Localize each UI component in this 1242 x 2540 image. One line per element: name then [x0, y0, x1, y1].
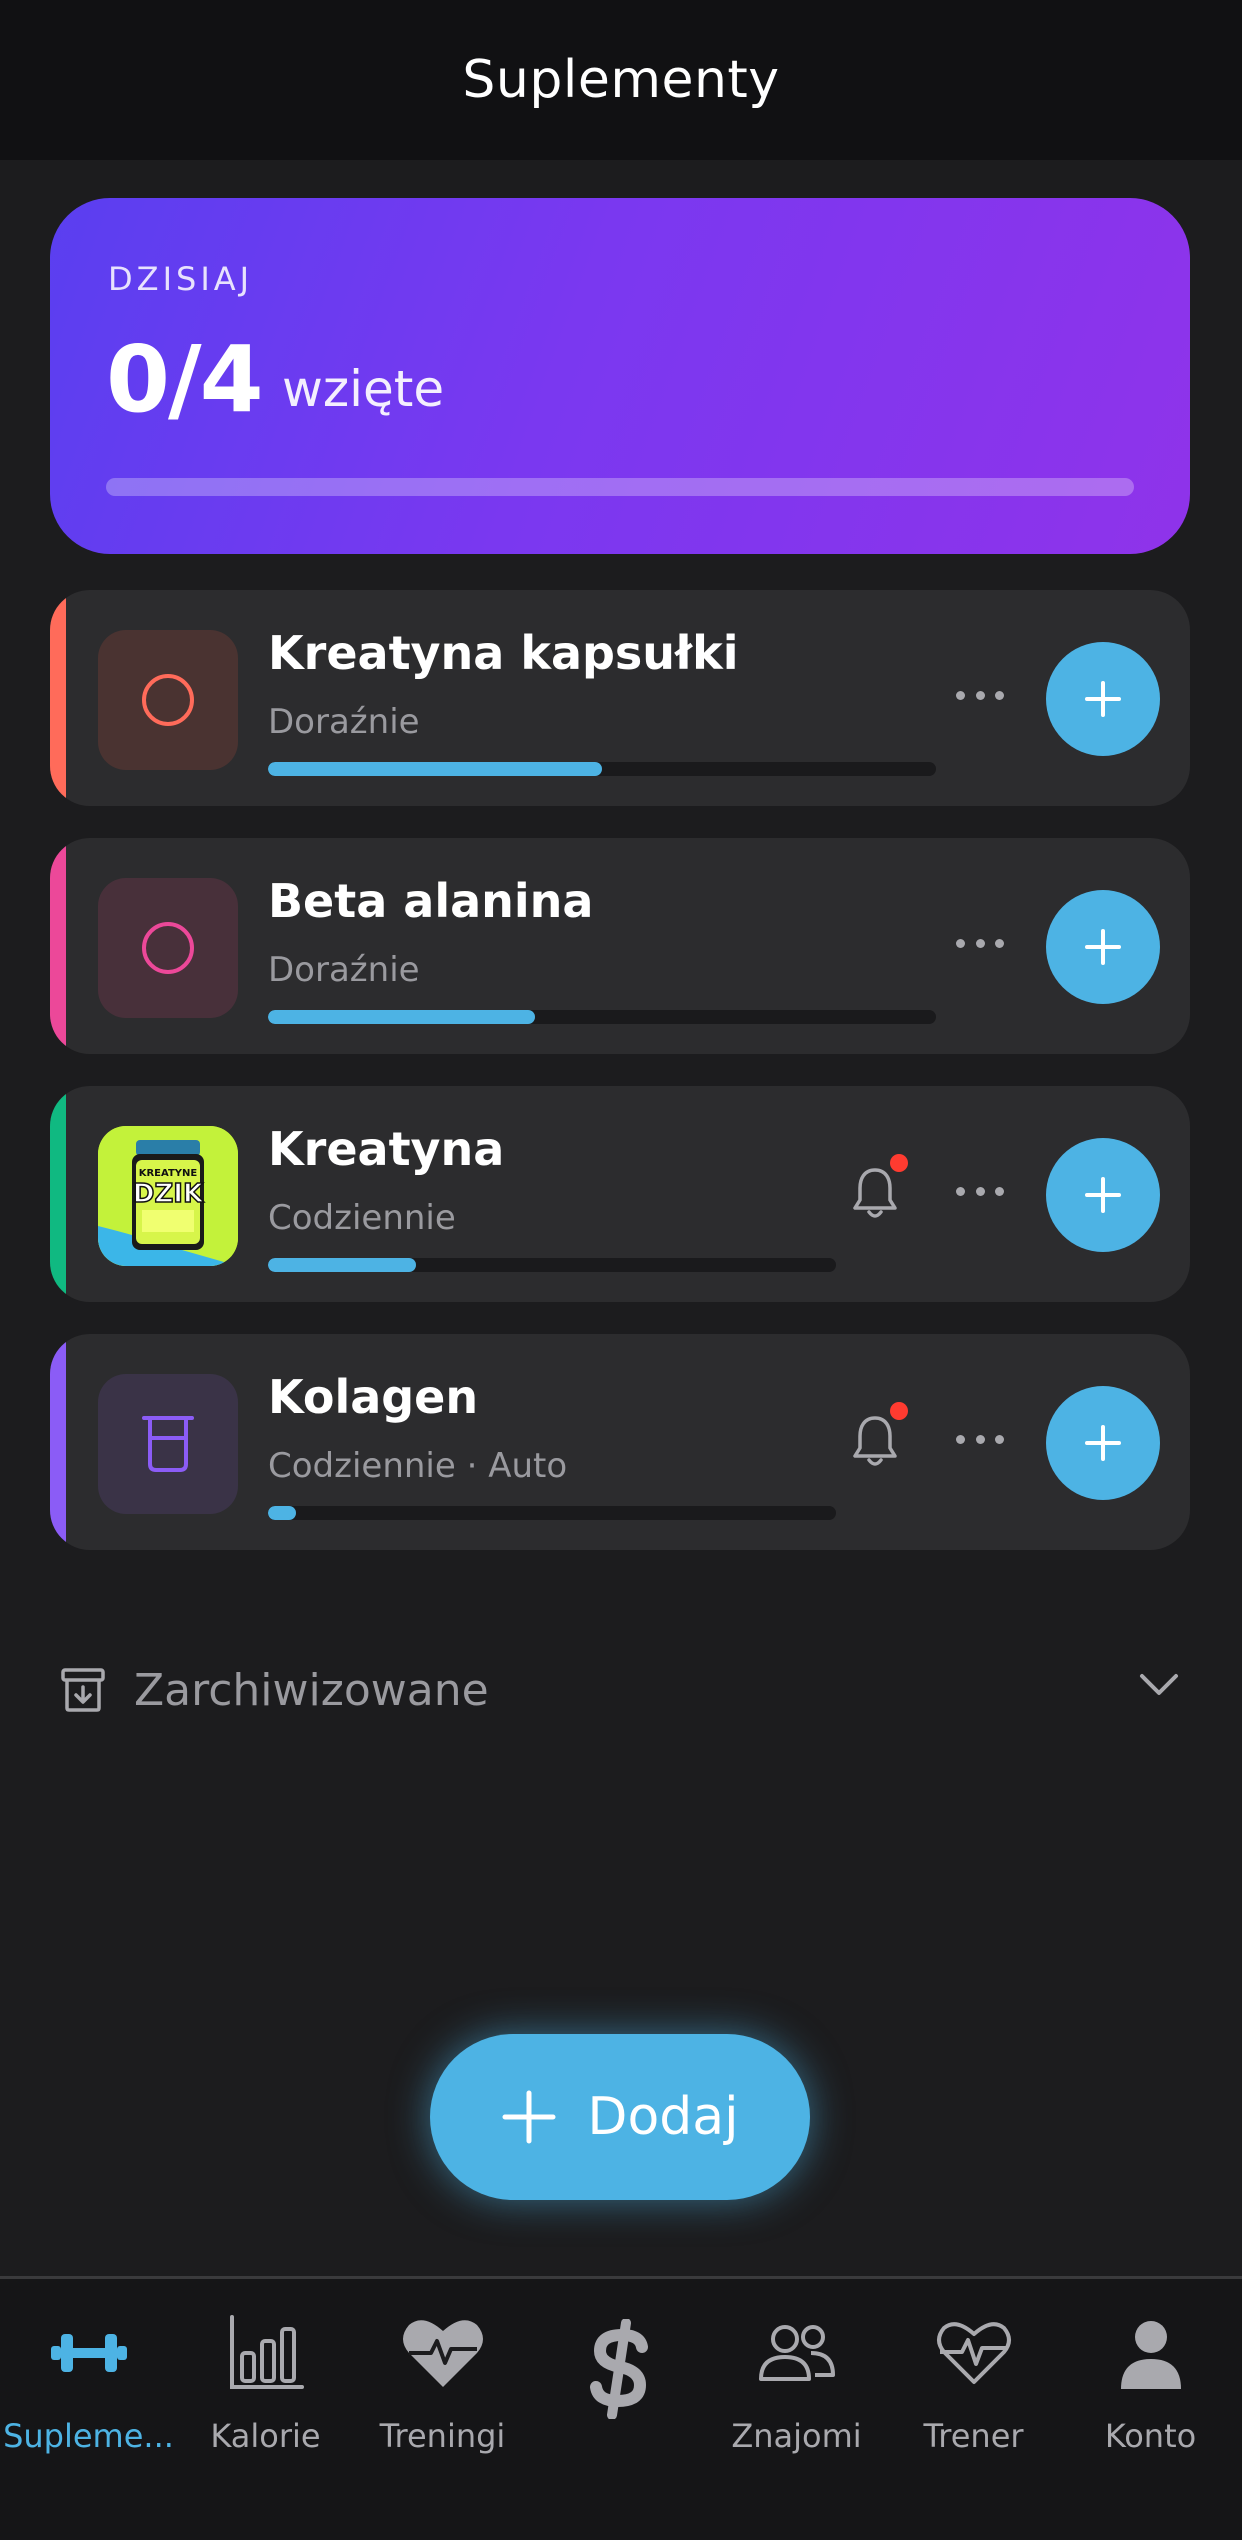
supplement-card[interactable]: Kolagen Codziennie · Auto: [50, 1334, 1190, 1550]
plus-icon: [1085, 1177, 1121, 1213]
supplement-name: Kreatyna: [268, 1122, 505, 1176]
tab-kalorie[interactable]: Kalorie: [177, 2279, 354, 2469]
tab-konto[interactable]: Konto: [1062, 2279, 1239, 2469]
tab-label: Supleme...: [3, 2417, 174, 2455]
supplement-progress-bar: [268, 1258, 836, 1272]
tab-label: Znajomi: [731, 2417, 862, 2455]
card-accent-stripe: [50, 1334, 66, 1550]
more-options-icon[interactable]: [956, 680, 1004, 710]
supplement-frequency: Codziennie: [268, 1198, 456, 1238]
tab-label: Trener: [923, 2417, 1024, 2455]
person-icon: [1119, 2303, 1183, 2403]
tab-center-logo[interactable]: [531, 2279, 708, 2469]
more-options-icon[interactable]: [956, 1176, 1004, 1206]
supplement-progress-fill: [268, 762, 602, 776]
heart-pulse-icon: [401, 2303, 485, 2403]
archive-icon: [61, 1668, 105, 1712]
today-summary-card: DZISIAJ 0/4 wzięte: [50, 198, 1190, 554]
add-dose-button[interactable]: [1046, 1386, 1160, 1500]
product-photo: KREATYNE DZIK: [98, 1126, 238, 1266]
supplement-name: Kreatyna kapsułki: [268, 626, 739, 680]
tab-label: Treningi: [379, 2417, 506, 2455]
supplement-progress-fill: [268, 1506, 297, 1520]
notification-badge: [890, 1402, 908, 1420]
today-taken-label: wzięte: [282, 360, 445, 418]
supplement-progress-fill: [268, 1258, 416, 1272]
friends-icon: [755, 2303, 839, 2403]
bell-icon[interactable]: [850, 1154, 908, 1222]
supplement-name: Beta alanina: [268, 874, 594, 928]
supplement-progress-bar: [268, 1506, 836, 1520]
bar-chart-icon: [226, 2303, 306, 2403]
today-label: DZISIAJ: [108, 260, 254, 298]
card-accent-stripe: [50, 838, 66, 1054]
today-progress-bar: [106, 478, 1134, 496]
plus-icon: [1085, 1425, 1121, 1461]
circle-icon: [98, 630, 238, 770]
add-supplement-button[interactable]: Dodaj: [430, 2034, 810, 2200]
today-count: 0/4: [106, 326, 264, 433]
supplement-card[interactable]: KREATYNE DZIK Kreatyna Codziennie: [50, 1086, 1190, 1302]
heart-outline-pulse-icon: [934, 2303, 1014, 2403]
add-dose-button[interactable]: [1046, 642, 1160, 756]
svg-text:DZIK: DZIK: [133, 1179, 204, 1209]
add-dose-button[interactable]: [1046, 1138, 1160, 1252]
tab-suplementy[interactable]: Supleme...: [0, 2279, 177, 2469]
dumbbell-icon: [49, 2303, 129, 2403]
supplement-progress-bar: [268, 1010, 936, 1024]
notification-badge: [890, 1154, 908, 1172]
add-dose-button[interactable]: [1046, 890, 1160, 1004]
tab-trener[interactable]: Trener: [885, 2279, 1062, 2469]
add-supplement-label: Dodaj: [587, 2087, 739, 2147]
circle-icon: [98, 878, 238, 1018]
supplement-card[interactable]: Kreatyna kapsułki Doraźnie: [50, 590, 1190, 806]
more-options-icon[interactable]: [956, 928, 1004, 958]
card-accent-stripe: [50, 590, 66, 806]
bell-icon[interactable]: [850, 1402, 908, 1470]
supplement-frequency: Doraźnie: [268, 702, 420, 742]
page-title: Suplementy: [462, 50, 780, 110]
top-bar: Suplementy: [0, 0, 1242, 160]
supplement-progress-bar: [268, 762, 936, 776]
tab-label: Konto: [1104, 2417, 1197, 2455]
supplement-frequency: Doraźnie: [268, 950, 420, 990]
beaker-icon: [98, 1374, 238, 1514]
supplement-progress-fill: [268, 1010, 536, 1024]
plus-icon: [1085, 681, 1121, 717]
archived-label: Zarchiwizowane: [134, 1664, 489, 1716]
supplement-card[interactable]: Beta alanina Doraźnie: [50, 838, 1190, 1054]
tab-treningi[interactable]: Treningi: [354, 2279, 531, 2469]
bottom-tab-bar: Supleme... Kalorie Treningi Znajomi Tren…: [0, 2276, 1242, 2540]
archived-section-toggle[interactable]: Zarchiwizowane: [60, 1660, 1180, 1720]
plus-icon: [1085, 929, 1121, 965]
svg-text:KREATYNE: KREATYNE: [139, 1168, 198, 1179]
more-options-icon[interactable]: [956, 1424, 1004, 1454]
tab-label: Kalorie: [210, 2417, 321, 2455]
tab-znajomi[interactable]: Znajomi: [708, 2279, 885, 2469]
chevron-down-icon: [1140, 1674, 1178, 1695]
plus-icon: [502, 2090, 556, 2144]
supplement-name: Kolagen: [268, 1370, 479, 1424]
dollar-logo-icon: [580, 2319, 660, 2419]
supplement-frequency: Codziennie · Auto: [268, 1446, 568, 1486]
card-accent-stripe: [50, 1086, 66, 1302]
